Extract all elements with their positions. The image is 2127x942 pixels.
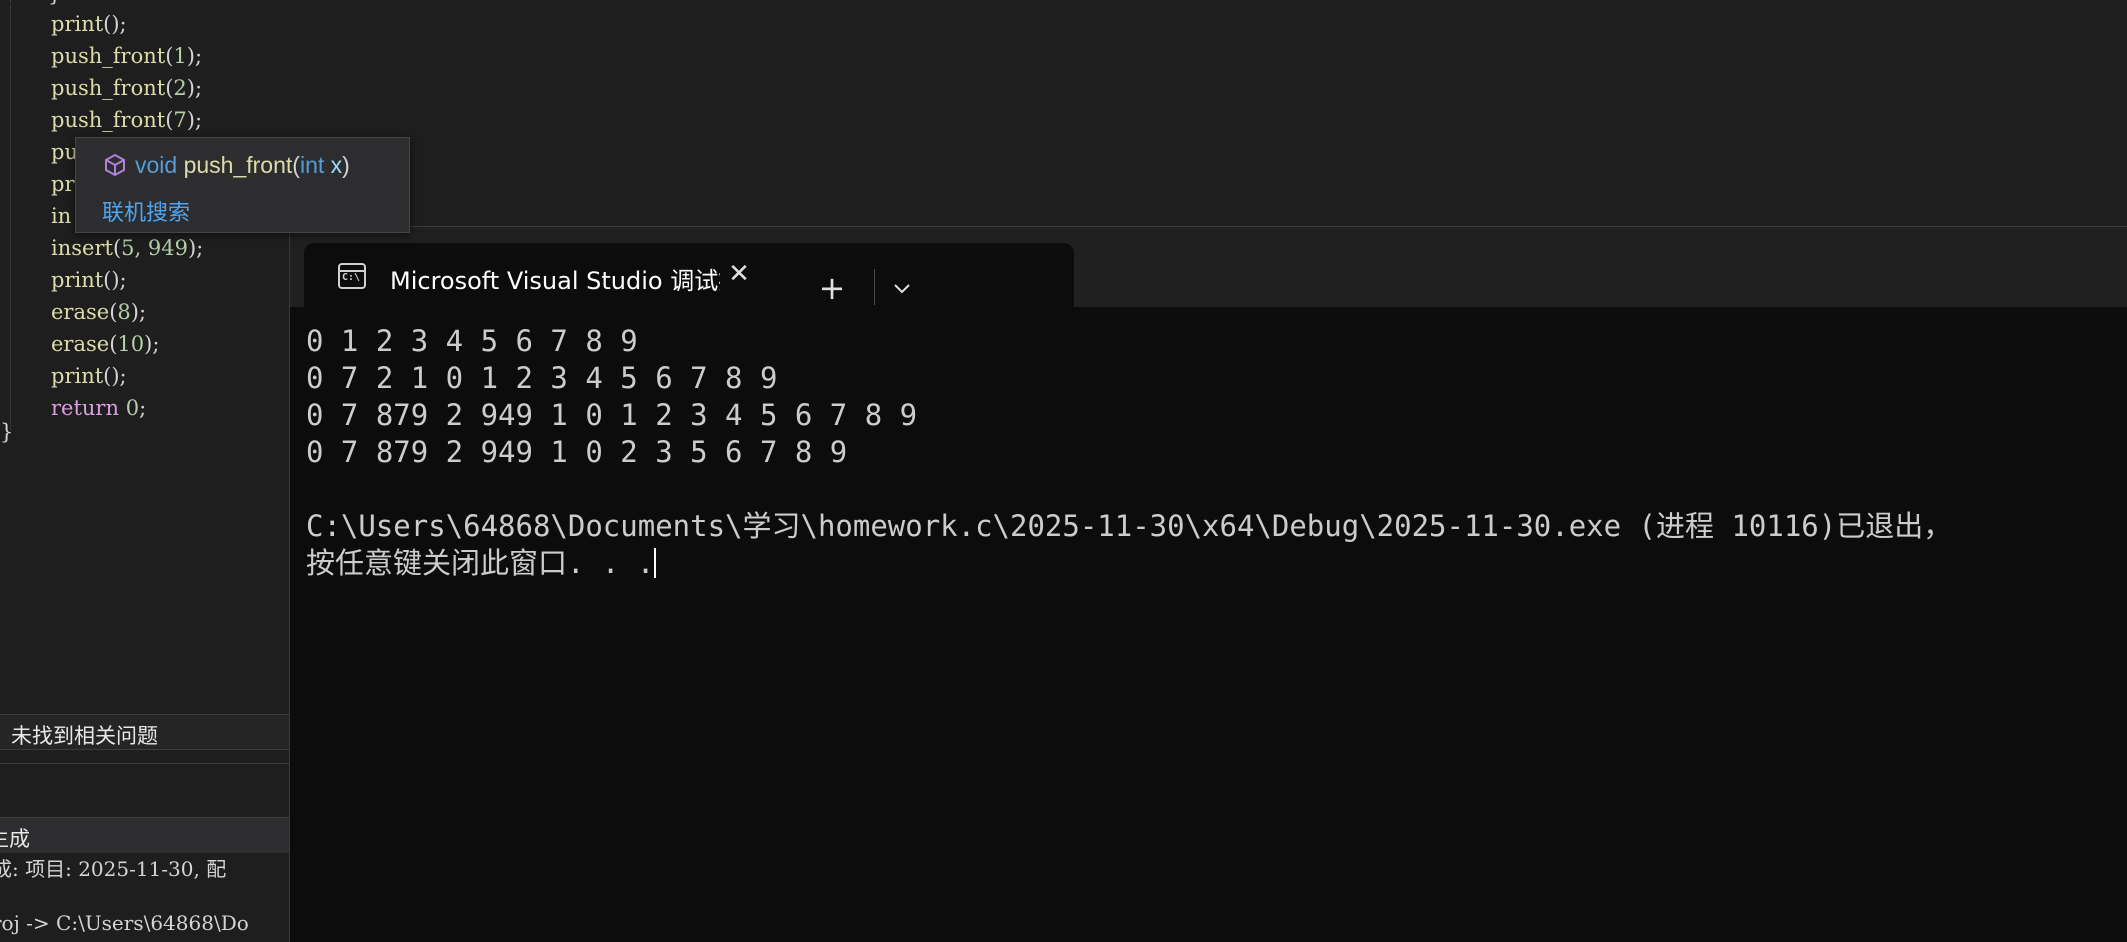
console-icon: C:\	[338, 263, 366, 289]
param-type: int	[299, 152, 325, 178]
code-line-13[interactable]: return 0;	[51, 392, 146, 424]
code-line-9[interactable]: print();	[51, 264, 127, 296]
output-line: roj -> C:\Users\64868\Do	[0, 911, 249, 935]
console-line-5	[306, 471, 2127, 508]
console-line-1: 0 1 2 3 4 5 6 7 8 9	[306, 324, 638, 358]
return-type: void	[135, 152, 178, 178]
console-prompt-text: 按任意键关闭此窗口. . .	[306, 546, 655, 580]
console-line-2: 0 7 2 1 0 1 2 3 4 5 6 7 8 9	[306, 361, 778, 395]
code-line-5[interactable]: pu	[51, 136, 78, 168]
panel-empty-area	[0, 763, 290, 818]
code-line-1[interactable]: print();	[51, 8, 127, 40]
output-panel-header[interactable]: 生成	[0, 817, 290, 853]
code-line-3[interactable]: push_front(2);	[51, 72, 202, 104]
console-line-3: 0 7 879 2 949 1 0 1 2 3 4 5 6 7 8 9	[306, 398, 918, 432]
param-name: x	[330, 152, 343, 178]
console-line-4: 0 7 879 2 949 1 0 2 3 5 6 7 8 9	[306, 435, 848, 469]
code-line-11[interactable]: erase(10);	[51, 328, 159, 360]
code-brace-top: }	[48, 0, 61, 6]
code-line-10[interactable]: erase(8);	[51, 296, 146, 328]
panel-gap	[0, 750, 290, 764]
console-line-7: 按任意键关闭此窗口. . .	[306, 545, 2127, 582]
output-line: 成: 项目: 2025-11-30, 配	[0, 857, 227, 881]
function-signature: void push_front(int x)	[103, 152, 350, 183]
tab-divider	[874, 269, 875, 305]
new-tab-button[interactable]: +	[817, 272, 847, 304]
indent-guide	[10, 0, 11, 430]
code-line-12[interactable]: print();	[51, 360, 127, 392]
tab-title: Microsoft Visual Studio 调试控制台	[390, 267, 720, 295]
error-status-text: 未找到相关问题	[11, 724, 158, 748]
debug-console-window[interactable]: C:\ Microsoft Visual Studio 调试控制台 ✕ + 0 …	[289, 226, 2127, 942]
output-panel-title: 生成	[0, 827, 30, 851]
error-list-status-bar: 未找到相关问题	[0, 714, 290, 750]
code-line-8[interactable]: insert(5, 949);	[51, 232, 203, 264]
chevron-down-icon[interactable]	[887, 273, 917, 303]
code-line-7[interactable]: in	[51, 200, 71, 232]
function-name: push_front	[183, 152, 293, 178]
online-search-link[interactable]: 联机搜索	[102, 195, 190, 227]
code-closing-brace: }	[0, 420, 14, 444]
code-line-6[interactable]: pr	[51, 168, 74, 200]
cube-icon	[103, 153, 127, 183]
quickinfo-tooltip: void push_front(int x) 联机搜索	[75, 137, 410, 233]
text-cursor	[654, 548, 657, 578]
console-line-6: C:\Users\64868\Documents\学习\homework.c\2…	[306, 509, 1953, 543]
console-output[interactable]: 0 1 2 3 4 5 6 7 8 9 0 7 2 1 0 1 2 3 4 5 …	[306, 323, 2127, 582]
code-line-2[interactable]: push_front(1);	[51, 40, 202, 72]
close-icon[interactable]: ✕	[724, 259, 754, 289]
code-line-4[interactable]: push_front(7);	[51, 104, 202, 136]
tab-strip: C:\ Microsoft Visual Studio 调试控制台 ✕ +	[290, 227, 2127, 307]
output-panel-body[interactable]: 成: 项目: 2025-11-30, 配 roj -> C:\Users\648…	[0, 853, 290, 942]
tab-debug-console[interactable]: C:\ Microsoft Visual Studio 调试控制台 ✕ +	[304, 243, 1074, 307]
